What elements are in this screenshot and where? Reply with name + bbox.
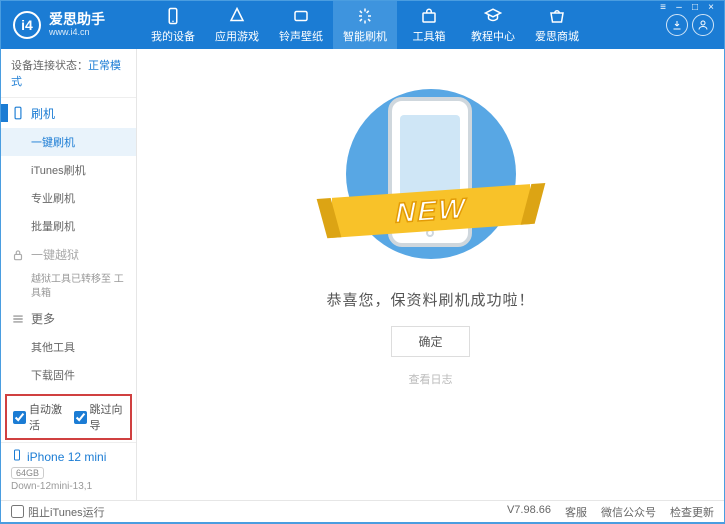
theme-button[interactable]: ≡ xyxy=(656,2,670,12)
nav-toolbox[interactable]: 工具箱 xyxy=(397,1,461,49)
view-log-link[interactable]: 查看日志 xyxy=(409,371,453,387)
sidebar-menu: 刷机 一键刷机 iTunes刷机 专业刷机 批量刷机 一键越狱 越狱工具已转移至… xyxy=(1,98,136,392)
nav-label: 我的设备 xyxy=(151,28,195,44)
nav-tutorials[interactable]: 教程中心 xyxy=(461,1,525,49)
skip-guide-checkbox[interactable]: 跳过向导 xyxy=(74,401,125,433)
main-nav: 我的设备 应用游戏 铃声壁纸 智能刷机 工具箱 教程中心 xyxy=(141,1,666,49)
profile-button[interactable] xyxy=(692,14,714,36)
section-label: 刷机 xyxy=(31,105,55,122)
download-button[interactable] xyxy=(666,14,688,36)
wechat-link[interactable]: 微信公众号 xyxy=(601,504,656,520)
nav-label: 应用游戏 xyxy=(215,28,259,44)
ok-button[interactable]: 确定 xyxy=(391,326,469,357)
skip-guide-input[interactable] xyxy=(74,411,87,424)
flash-icon xyxy=(356,7,374,25)
maximize-button[interactable]: □ xyxy=(688,2,702,12)
sidebar-item-pro-flash[interactable]: 专业刷机 xyxy=(1,184,136,212)
nav-store[interactable]: 爱思商城 xyxy=(525,1,589,49)
logo: i4 爱思助手 www.i4.cn xyxy=(1,11,141,39)
close-button[interactable]: × xyxy=(704,2,718,12)
section-more[interactable]: 更多 xyxy=(1,304,136,333)
app-subtitle: www.i4.cn xyxy=(49,28,105,38)
device-storage: 64GB xyxy=(11,467,44,479)
logo-icon: i4 xyxy=(13,11,41,39)
minimize-button[interactable]: – xyxy=(672,2,686,12)
store-icon xyxy=(548,7,566,25)
nav-apps[interactable]: 应用游戏 xyxy=(205,1,269,49)
sidebar-item-oneclick-flash[interactable]: 一键刷机 xyxy=(1,128,136,156)
check-update-link[interactable]: 检查更新 xyxy=(670,504,714,520)
window-controls: ≡ – □ × xyxy=(656,2,718,12)
statusbar: 阻止iTunes运行 V7.98.66 客服 微信公众号 检查更新 xyxy=(1,500,724,522)
body: 设备连接状态：正常模式 刷机 一键刷机 iTunes刷机 专业刷机 批量刷机 一… xyxy=(1,49,724,500)
section-jailbreak[interactable]: 一键越狱 xyxy=(1,240,136,269)
titlebar: i4 爱思助手 www.i4.cn 我的设备 应用游戏 铃声壁纸 智能刷机 xyxy=(1,1,724,49)
device-block[interactable]: iPhone 12 mini 64GB Down-12mini-13,1 xyxy=(1,442,136,500)
sidebar-item-itunes-flash[interactable]: iTunes刷机 xyxy=(1,156,136,184)
section-label: 更多 xyxy=(31,310,55,327)
device-phone-icon xyxy=(11,449,23,464)
toolbox-icon xyxy=(420,7,438,25)
app-window: ≡ – □ × i4 爱思助手 www.i4.cn 我的设备 应用游戏 铃声壁纸 xyxy=(1,1,724,522)
sidebar-item-download-firmware[interactable]: 下载固件 xyxy=(1,361,136,389)
success-illustration: NEW xyxy=(336,79,526,269)
nav-my-device[interactable]: 我的设备 xyxy=(141,1,205,49)
nav-ringtone[interactable]: 铃声壁纸 xyxy=(269,1,333,49)
ringtone-icon xyxy=(292,7,310,25)
nav-label: 铃声壁纸 xyxy=(279,28,323,44)
nav-smart-flash[interactable]: 智能刷机 xyxy=(333,1,397,49)
section-label: 一键越狱 xyxy=(31,246,79,263)
support-link[interactable]: 客服 xyxy=(565,504,587,520)
sidebar: 设备连接状态：正常模式 刷机 一键刷机 iTunes刷机 专业刷机 批量刷机 一… xyxy=(1,49,137,500)
auto-activate-input[interactable] xyxy=(13,411,26,424)
section-flash[interactable]: 刷机 xyxy=(1,98,136,128)
device-meta: Down-12mini-13,1 xyxy=(11,481,126,492)
lock-icon xyxy=(11,248,25,262)
phone-icon xyxy=(11,106,25,120)
tutorial-icon xyxy=(484,7,502,25)
nav-label: 爱思商城 xyxy=(535,28,579,44)
version-label: V7.98.66 xyxy=(507,504,551,520)
auto-activate-checkbox[interactable]: 自动激活 xyxy=(13,401,64,433)
sidebar-item-batch-flash[interactable]: 批量刷机 xyxy=(1,212,136,240)
device-icon xyxy=(164,7,182,25)
auto-activate-label: 自动激活 xyxy=(29,401,64,433)
success-message: 恭喜您，保资料刷机成功啦！ xyxy=(326,289,534,310)
device-name: iPhone 12 mini xyxy=(27,450,106,464)
ribbon-text: NEW xyxy=(395,193,466,230)
app-title: 爱思助手 xyxy=(49,12,105,27)
sidebar-item-advanced[interactable]: 高级功能 xyxy=(1,389,136,392)
connection-status: 设备连接状态：正常模式 xyxy=(1,49,136,98)
block-itunes-input[interactable] xyxy=(11,505,24,518)
sidebar-item-other-tools[interactable]: 其他工具 xyxy=(1,333,136,361)
nav-label: 工具箱 xyxy=(413,28,446,44)
nav-label: 教程中心 xyxy=(471,28,515,44)
content-area: NEW 恭喜您，保资料刷机成功啦！ 确定 查看日志 xyxy=(137,49,724,500)
more-icon xyxy=(11,312,25,326)
nav-label: 智能刷机 xyxy=(343,28,387,44)
skip-guide-label: 跳过向导 xyxy=(90,401,125,433)
options-box: 自动激活 跳过向导 xyxy=(5,394,132,440)
block-itunes-label: 阻止iTunes运行 xyxy=(28,504,105,520)
title-right xyxy=(666,14,724,36)
apps-icon xyxy=(228,7,246,25)
block-itunes-checkbox[interactable]: 阻止iTunes运行 xyxy=(11,504,105,520)
connection-label: 设备连接状态： xyxy=(11,60,88,72)
jailbreak-note: 越狱工具已转移至 工具箱 xyxy=(1,269,136,304)
